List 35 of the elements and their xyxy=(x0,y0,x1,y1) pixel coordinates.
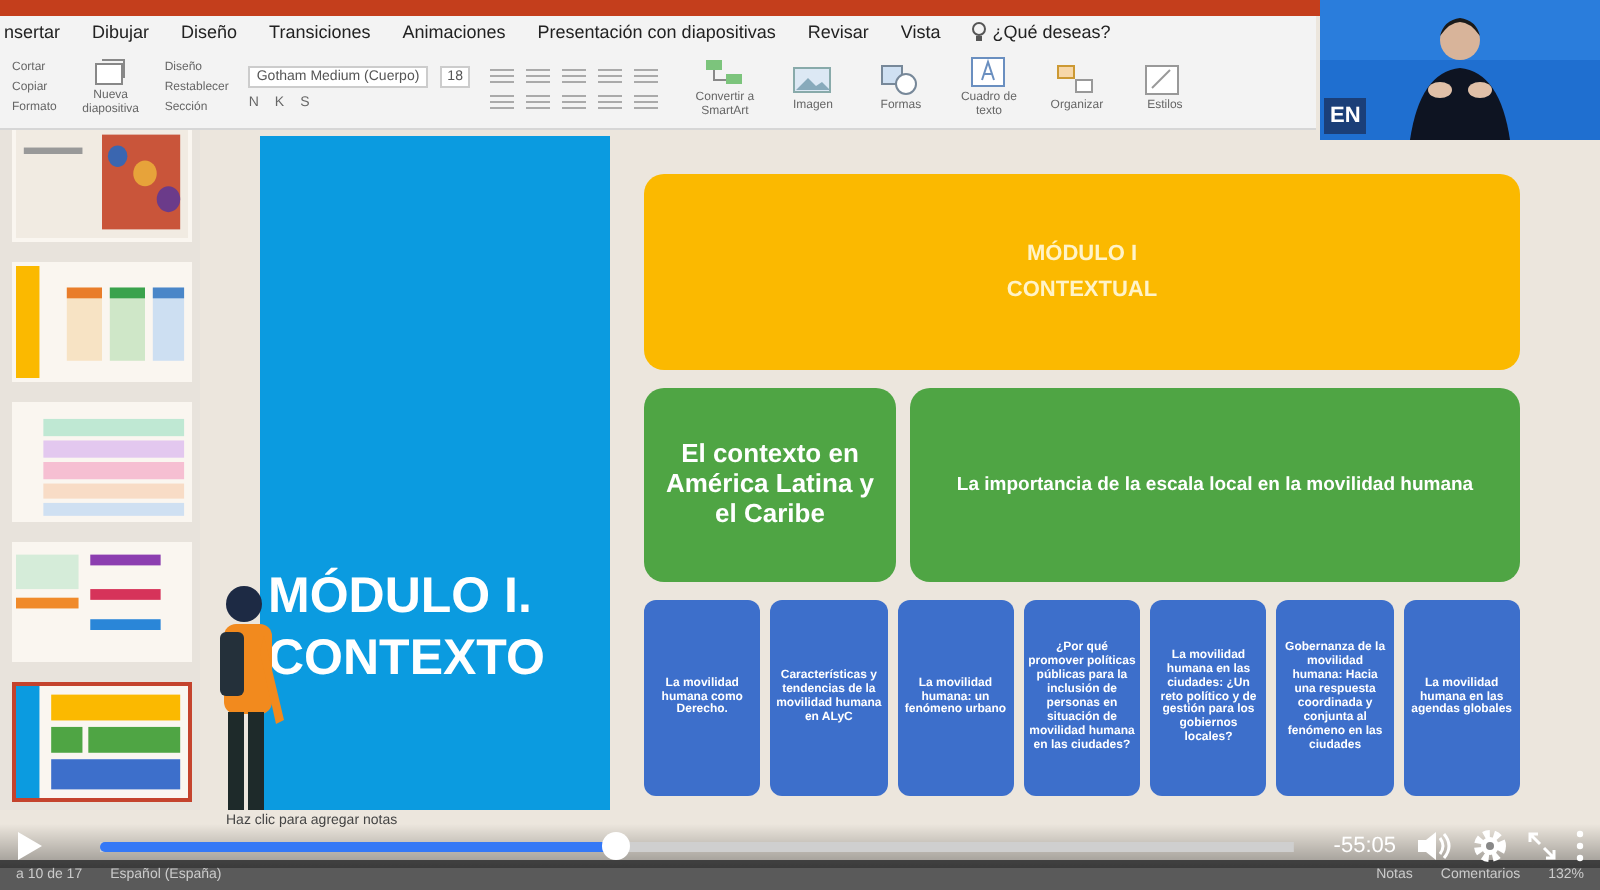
menu-tab[interactable]: Diseño xyxy=(181,22,238,42)
menu-tab[interactable]: nsertar xyxy=(4,22,61,42)
arrange-icon xyxy=(1056,63,1097,96)
menu-tab[interactable]: Transiciones xyxy=(269,22,371,42)
menu-tab[interactable]: Vista xyxy=(900,22,941,42)
settings-icon[interactable] xyxy=(1472,828,1508,864)
slide-thumbnail[interactable] xyxy=(12,542,192,662)
module-header-text: MÓDULO I xyxy=(1027,242,1137,266)
menu-tab[interactable]: Animaciones xyxy=(402,22,506,42)
time-remaining: -55:05 xyxy=(1333,834,1396,858)
language-badge: EN xyxy=(1324,98,1367,134)
more-icon[interactable] xyxy=(1576,830,1584,862)
section-card: El contexto en América Latina y el Caribe xyxy=(644,388,896,582)
slide-thumbnail[interactable] xyxy=(12,262,192,382)
slide-thumbnail[interactable] xyxy=(12,402,192,522)
slide-title: MÓDULO I. xyxy=(266,565,534,627)
textbox-icon xyxy=(968,56,1009,89)
menu-tab[interactable]: Dibujar xyxy=(92,22,150,42)
help-search[interactable]: ¿Qué deseas? xyxy=(992,22,1111,42)
new-slide-icon xyxy=(94,58,127,87)
section-card: La importancia de la escala local en la movilidad humana xyxy=(910,388,1520,582)
image-icon xyxy=(792,63,833,96)
styles-icon xyxy=(1144,63,1185,96)
slide-thumbnail[interactable] xyxy=(12,682,192,802)
shapes-icon xyxy=(880,63,921,96)
lightbulb-icon xyxy=(972,22,987,42)
slide-title: CONTEXTO xyxy=(266,627,547,690)
smartart-icon xyxy=(704,56,745,89)
menu-tab[interactable]: Presentación con diapositivas xyxy=(537,22,776,42)
menu-tab[interactable]: Revisar xyxy=(807,22,869,42)
progress-handle[interactable] xyxy=(601,832,630,860)
volume-icon[interactable] xyxy=(1416,830,1452,862)
play-icon[interactable] xyxy=(16,830,44,862)
slide-thumbnail[interactable] xyxy=(12,130,192,242)
module-header-text: CONTEXTUAL xyxy=(1006,278,1158,302)
